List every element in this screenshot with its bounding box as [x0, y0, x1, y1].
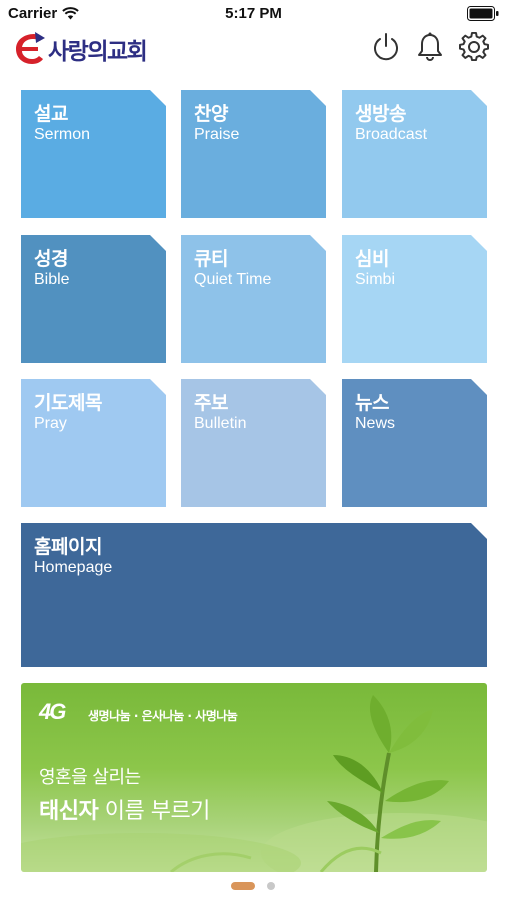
tile-title-ko: 뉴스 [355, 392, 389, 414]
promo-banner[interactable]: 4G 생명나눔 · 은사나눔 · 사명나눔 영혼을 살리는 태신자 이름 부르기 [21, 683, 487, 872]
tile-homepage[interactable]: 홈페이지 Homepage [21, 523, 487, 667]
status-bar: Carrier 5:17 PM [0, 0, 507, 28]
tile-title-en: Sermon [34, 126, 91, 143]
tile-bible[interactable]: 성경 Bible [21, 235, 166, 363]
logo-text: 사랑의교회 [48, 39, 148, 65]
tile-simbi[interactable]: 심비 Simbi [342, 235, 487, 363]
tile-sermon[interactable]: 설교 Sermon [21, 90, 166, 218]
app-header: 사랑의교회 [0, 28, 507, 76]
logo-mark-icon [16, 32, 45, 64]
tile-title-ko: 주보 [194, 392, 228, 414]
banner-headline-bold: 태신자 [39, 799, 99, 824]
church-logo[interactable]: 사랑의교회 [12, 32, 148, 66]
banner-headline-2: 태신자 이름 부르기 [39, 793, 210, 825]
page-dot-active[interactable] [231, 882, 255, 890]
tile-title-ko: 생방송 [355, 103, 406, 125]
tile-news[interactable]: 뉴스 News [342, 379, 487, 507]
tile-title-en: Homepage [34, 559, 113, 576]
tile-praise[interactable]: 찬양 Praise [181, 90, 326, 218]
tile-bulletin[interactable]: 주보 Bulletin [181, 379, 326, 507]
tile-title-en: News [355, 415, 396, 432]
page-dot[interactable] [267, 882, 275, 890]
tile-title-en: Bulletin [194, 415, 247, 432]
tile-broadcast[interactable]: 생방송 Broadcast [342, 90, 487, 218]
status-time: 5:17 PM [225, 5, 282, 22]
page-indicator [0, 882, 507, 892]
tile-title-ko: 성경 [34, 248, 68, 270]
gear-icon[interactable] [458, 31, 490, 63]
tile-pray[interactable]: 기도제목 Pray [21, 379, 166, 507]
tile-title-ko: 기도제목 [34, 392, 102, 414]
battery-icon [467, 6, 499, 21]
banner-logo: 4G [39, 699, 66, 724]
banner-headline-rest: 이름 부르기 [98, 799, 211, 824]
tile-title-en: Pray [34, 415, 67, 432]
tile-title-en: Simbi [355, 271, 396, 288]
tile-title-ko: 큐티 [194, 248, 228, 270]
tile-title-en: Bible [34, 271, 70, 288]
tile-title-ko: 심비 [355, 248, 389, 270]
tile-title-en: Quiet Time [194, 271, 272, 288]
tile-title-en: Praise [194, 126, 240, 143]
tile-title-en: Broadcast [355, 126, 428, 143]
tile-title-ko: 찬양 [194, 103, 228, 125]
tile-quiet-time[interactable]: 큐티 Quiet Time [181, 235, 326, 363]
bell-icon[interactable] [414, 31, 446, 63]
power-icon[interactable] [370, 31, 402, 63]
banner-headline-1: 영혼을 살리는 [39, 767, 141, 788]
banner-tagline: 생명나눔 · 은사나눔 · 사명나눔 [88, 709, 238, 723]
tile-title-ko: 홈페이지 [34, 536, 102, 558]
tile-title-ko: 설교 [34, 103, 68, 125]
